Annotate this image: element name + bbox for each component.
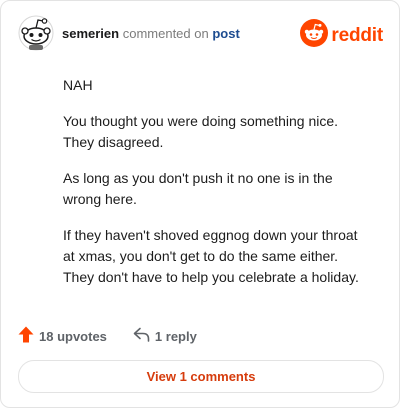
reply-button[interactable]: 1 reply [133,327,197,345]
comment-paragraph: As long as you don't push it no one is i… [63,170,333,207]
view-comments-button[interactable]: View 1 comments [18,360,384,393]
comment-paragraph: You thought you were doing something nic… [63,113,339,150]
reply-count: 1 reply [154,328,197,344]
upvote-count: 18 upvotes [39,328,107,344]
reply-arrow-icon [133,327,155,345]
reddit-wordmark: reddit [331,24,383,46]
comment-header: semerien commented on post reddit [18,15,383,53]
byline: semerien commented on post [62,26,240,41]
upvote-arrow-icon [18,326,39,346]
comment-body: NAH You thought you were doing something… [63,75,363,303]
reddit-brand[interactable]: reddit [300,19,383,52]
comment-paragraph: If they haven't shoved eggnog down your … [63,227,359,285]
comment-actions: 18 upvotes 1 reply [18,326,197,346]
action-text: commented on [122,26,209,41]
username-link[interactable]: semerien [62,26,119,41]
reddit-logo-icon [300,19,329,52]
upvote-button[interactable]: 18 upvotes [18,326,107,346]
post-link[interactable]: post [212,26,239,41]
comment-paragraph: NAH [63,77,93,93]
comment-card: semerien commented on post reddit NAH Yo… [0,0,400,408]
snoo-avatar-icon[interactable] [18,15,54,51]
